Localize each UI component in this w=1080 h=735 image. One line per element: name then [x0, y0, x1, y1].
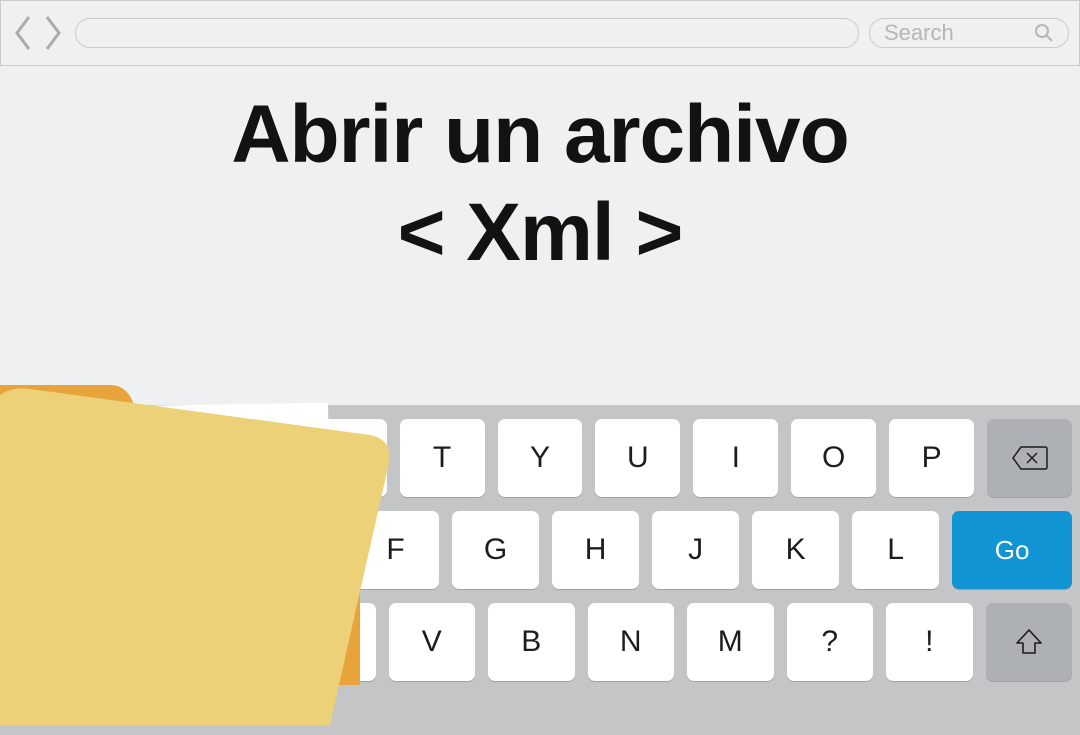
shift-icon [1014, 627, 1044, 657]
key-i[interactable]: I [693, 419, 778, 497]
page-title: Abrir un archivo < Xml > [0, 66, 1080, 276]
key-j[interactable]: J [652, 511, 739, 589]
backspace-icon [1011, 445, 1049, 471]
key-n[interactable]: N [588, 603, 675, 681]
key-b[interactable]: B [488, 603, 575, 681]
key-o[interactable]: O [791, 419, 876, 497]
shift-key[interactable] [986, 603, 1073, 681]
search-icon [1034, 23, 1054, 43]
key-p[interactable]: P [889, 419, 974, 497]
go-key[interactable]: Go [952, 511, 1072, 589]
key-m[interactable]: M [687, 603, 774, 681]
page-content: Abrir un archivo < Xml > Q W E R T Y U I… [0, 66, 1080, 675]
title-line-1: Abrir un archivo [0, 92, 1080, 178]
key-g[interactable]: G [452, 511, 539, 589]
folder-front-icon [0, 375, 400, 735]
back-button[interactable] [11, 13, 37, 53]
key-question[interactable]: ? [787, 603, 874, 681]
chevron-left-icon [11, 13, 37, 53]
search-placeholder: Search [884, 20, 954, 46]
backspace-key[interactable] [987, 419, 1072, 497]
key-v[interactable]: V [389, 603, 476, 681]
key-l[interactable]: L [852, 511, 939, 589]
key-t[interactable]: T [400, 419, 485, 497]
forward-button[interactable] [39, 13, 65, 53]
key-y[interactable]: Y [498, 419, 583, 497]
key-u[interactable]: U [595, 419, 680, 497]
key-h[interactable]: H [552, 511, 639, 589]
title-line-2: < Xml > [0, 190, 1080, 276]
url-bar[interactable] [75, 18, 859, 48]
search-input[interactable]: Search [869, 18, 1069, 48]
key-exclaim[interactable]: ! [886, 603, 973, 681]
key-k[interactable]: K [752, 511, 839, 589]
chevron-right-icon [39, 13, 65, 53]
browser-toolbar: Search [0, 0, 1080, 66]
